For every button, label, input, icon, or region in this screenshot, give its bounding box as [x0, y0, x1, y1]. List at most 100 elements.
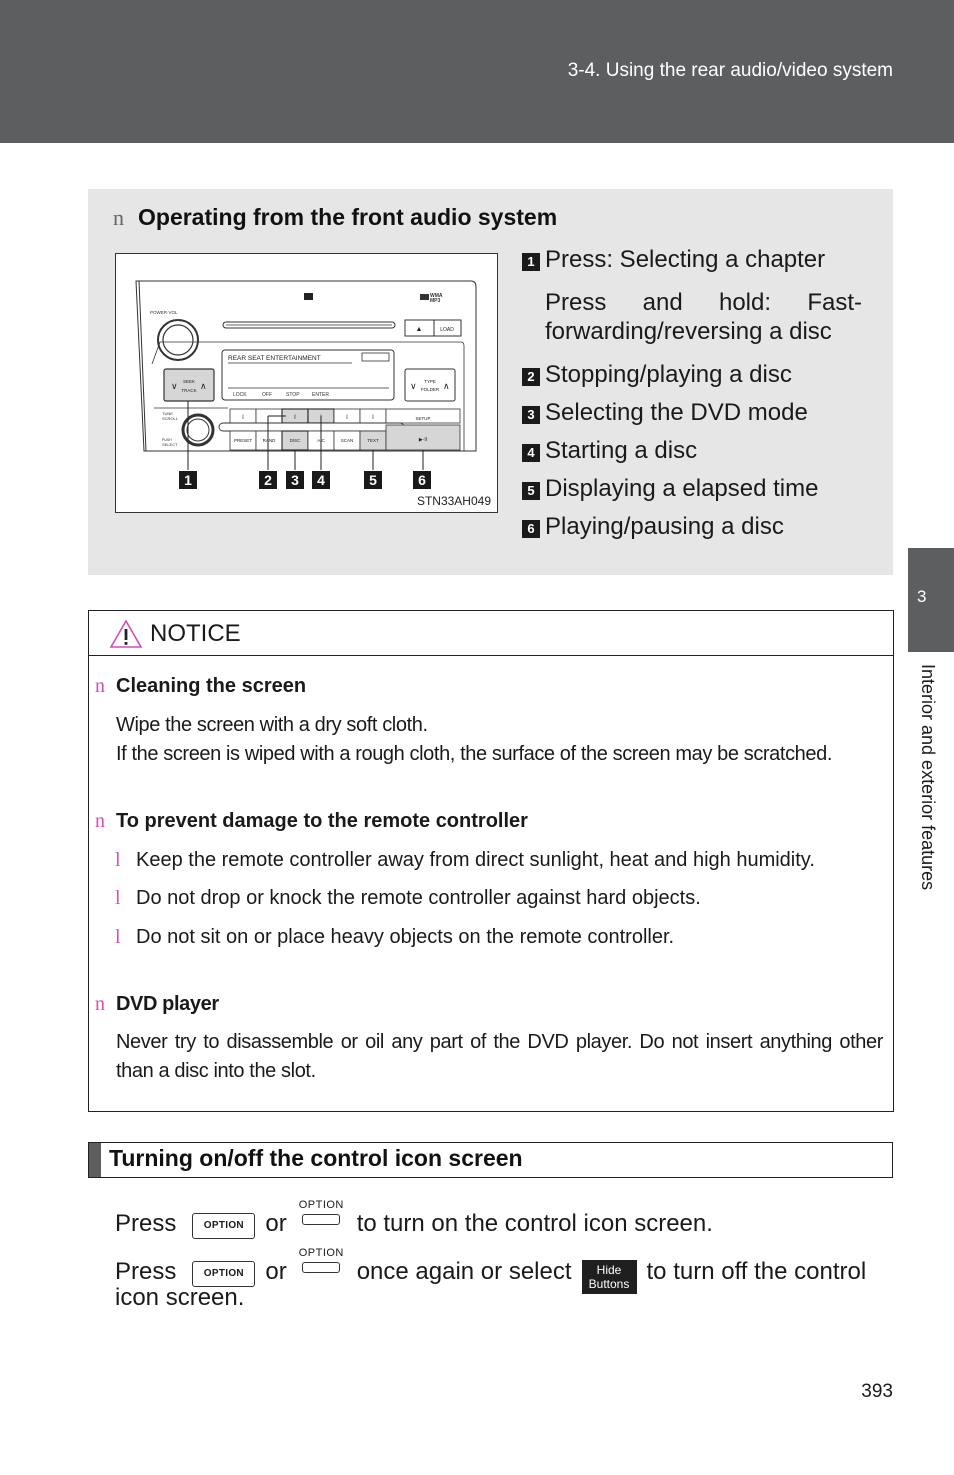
legend-item: 6 Playing/pausing a disc: [522, 512, 862, 541]
svg-text:DISC: DISC: [290, 438, 302, 443]
legend-item: 3 Selecting the DVD mode: [522, 398, 862, 427]
number-badge: 3: [522, 406, 540, 424]
instruction-text: once again or select: [356, 1258, 572, 1285]
svg-text:TRACK: TRACK: [181, 388, 196, 393]
svg-text:SELECT: SELECT: [162, 442, 178, 447]
number-badge: 2: [522, 368, 540, 386]
notice-label: NOTICE: [150, 620, 241, 647]
list-item-text: Do not drop or knock the remote controll…: [136, 887, 701, 909]
svg-text:1: 1: [184, 472, 192, 488]
chevron-down-icon: ∨: [171, 381, 178, 391]
audio-unit-figure: WMA MP3 POWER·VOL ▲ LOAD REAR SEAT ENTER…: [115, 253, 498, 513]
svg-text:SETUP: SETUP: [415, 416, 430, 421]
eject-icon: ▲: [416, 326, 423, 333]
bullet-marker: n: [113, 205, 124, 230]
svg-text:TEXT: TEXT: [367, 438, 379, 443]
chapter-label: Interior and exterior features: [916, 664, 940, 944]
notice-section-remote: n To prevent damage to the remote control…: [95, 807, 883, 952]
section-heading-bar: Turning on/off the control icon screen: [88, 1142, 893, 1178]
legend-text: Stopping/playing a disc: [545, 361, 792, 388]
svg-text:5: 5: [369, 472, 377, 488]
load-label: LOAD: [440, 327, 454, 333]
list-bullet: l: [115, 887, 121, 909]
audio-unit-illustration: WMA MP3 POWER·VOL ▲ LOAD REAR SEAT ENTER…: [135, 280, 477, 489]
instruction-text: or: [265, 1210, 287, 1237]
jbl-logo-icon: [304, 293, 313, 300]
section-heading: n Cleaning the screen: [95, 672, 883, 701]
option-panel-button-icon: OPTION: [192, 1213, 256, 1239]
svg-text:6: 6: [418, 472, 426, 488]
legend-text: Starting a disc: [545, 437, 698, 464]
svg-text:RAND: RAND: [263, 438, 277, 443]
chevron-up-icon: ∧: [200, 381, 207, 391]
legend-text: Displaying a elapsed time: [545, 475, 819, 502]
chapter-tab[interactable]: [908, 548, 954, 652]
number-badge: 1: [522, 253, 540, 271]
legend-text: Press: Selecting a chapter: [545, 246, 826, 273]
list-bullet: l: [115, 926, 121, 948]
bullet-marker: n: [95, 675, 105, 697]
svg-text:PRESET: PRESET: [234, 438, 252, 443]
section-bar-accent: [89, 1143, 101, 1177]
notice-section-cleaning: n Cleaning the screen Wipe the screen wit…: [95, 672, 883, 769]
softkey-lock: LOCK: [233, 392, 247, 398]
callout-legend: 1 Press: Selecting a chapter Press and h…: [522, 245, 862, 550]
bullet-marker: n: [95, 810, 105, 832]
number-badge: 6: [522, 520, 540, 538]
chapter-number: 3: [917, 587, 927, 606]
warning-triangle-icon: [109, 619, 143, 648]
svg-text:FOLDER: FOLDER: [421, 387, 440, 392]
list-item-text: Keep the remote controller away from dir…: [136, 849, 815, 871]
legend-text: Playing/pausing a disc: [545, 513, 784, 540]
svg-text:∨: ∨: [410, 381, 417, 391]
power-vol-label: POWER·VOL: [150, 310, 178, 315]
svg-text:2: 2: [264, 472, 272, 488]
section-heading: n DVD player: [95, 990, 883, 1019]
section-heading-text: Cleaning the screen: [116, 675, 307, 697]
instruction-line-continued: icon screen.: [115, 1284, 245, 1311]
section-heading-text: To prevent damage to the remote controll…: [116, 810, 528, 832]
section-heading-text: DVD player: [116, 993, 219, 1015]
section-header-title: 3-4. Using the rear audio/video system: [567, 60, 893, 81]
svg-text:▶·II: ▶·II: [419, 437, 427, 443]
instruction-text: Press: [115, 1210, 177, 1237]
softkey-stop: STOP: [286, 392, 300, 398]
front-audio-title-text: Operating from the front audio system: [138, 204, 558, 230]
notice-box: NOTICE n Cleaning the screen Wipe the scr…: [88, 610, 894, 1112]
number-badge: 5: [522, 482, 540, 500]
paragraph: Never try to disassemble or oil any part…: [116, 1031, 883, 1082]
disc-logo-icon: [420, 294, 429, 300]
legend-item: 2 Stopping/playing a disc: [522, 360, 862, 389]
softkey-enter: ENTER: [312, 392, 329, 398]
notice-header: NOTICE: [89, 611, 893, 656]
svg-text:4: 4: [317, 472, 325, 488]
svg-text:TYPE: TYPE: [424, 379, 436, 384]
secondary-slot: [218, 422, 405, 432]
page-number: 393: [861, 1381, 893, 1402]
svg-text:3: 3: [291, 472, 299, 488]
chapter-label-text: Interior and exterior features: [918, 664, 938, 891]
list-item: l Do not drop or knock the remote control…: [95, 884, 883, 913]
list-item-text: Do not sit on or place heavy objects on …: [136, 926, 675, 948]
top-button-row: I I I I I SETUP: [229, 408, 461, 424]
front-audio-title: n Operating from the front audio system: [113, 204, 557, 231]
svg-text:∧: ∧: [443, 381, 450, 391]
notice-section-dvd: n DVD player Never try to disassemble or …: [95, 990, 883, 1086]
instruction-text: or: [265, 1258, 287, 1285]
option-remote-button-icon: OPTION: [299, 1199, 343, 1233]
softkey-off: OFF: [262, 392, 272, 398]
display-badge: [361, 352, 390, 362]
list-item: l Do not sit on or place heavy objects on…: [95, 923, 883, 952]
mp3-label: MP3: [430, 298, 441, 304]
legend-text: Selecting the DVD mode: [545, 399, 808, 426]
number-badge: 4: [522, 444, 540, 462]
legend-item: 5 Displaying a elapsed time: [522, 474, 862, 503]
paragraph-line: Wipe the screen with a dry soft cloth.: [116, 714, 428, 736]
paragraph-line: If the screen is wiped with a rough clot…: [116, 743, 832, 765]
svg-text:SCROLL: SCROLL: [162, 416, 179, 421]
hide-buttons-icon: Hide Buttons: [581, 1260, 637, 1294]
legend-item: 4 Starting a disc: [522, 436, 862, 465]
option-remote-button-icon: OPTION: [299, 1247, 343, 1281]
legend-subtext: Press and hold: Fast-forwarding/reversin…: [545, 289, 862, 345]
section-heading: n To prevent damage to the remote control…: [95, 807, 883, 836]
